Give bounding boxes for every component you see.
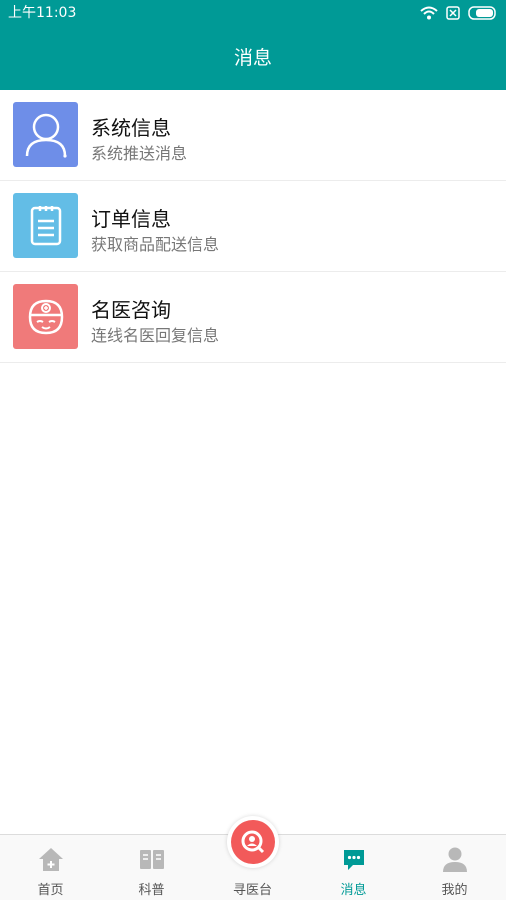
message-subtitle: 获取商品配送信息 — [91, 235, 220, 254]
message-title: 名医咨询 — [91, 298, 171, 322]
tab-label: 科普 — [138, 883, 165, 898]
wifi-icon — [420, 6, 438, 20]
book-icon — [139, 850, 164, 869]
tab-bar: 首页 科普 寻医台 消息 我的 — [0, 816, 506, 900]
message-item-consult[interactable]: 名医咨询 连线名医回复信息 — [0, 272, 506, 363]
page-title: 消息 — [233, 47, 272, 69]
status-bar: 上午11:03 — [0, 0, 506, 26]
search-doctor-icon — [230, 820, 275, 864]
message-title: 系统信息 — [91, 116, 171, 140]
message-title: 订单信息 — [91, 207, 171, 231]
tab-label: 寻医台 — [232, 883, 272, 898]
profile-icon — [442, 847, 467, 872]
home-icon — [38, 848, 63, 871]
header: 消息 — [0, 26, 506, 90]
tab-science[interactable]: 科普 — [101, 835, 202, 900]
find-doctor-button[interactable] — [226, 816, 279, 868]
sim-error-icon — [446, 6, 460, 20]
tab-label: 我的 — [441, 883, 468, 898]
tab-label: 首页 — [37, 883, 64, 898]
tab-messages[interactable]: 消息 — [303, 835, 404, 900]
clipboard-icon — [13, 193, 78, 258]
status-icons — [420, 5, 498, 21]
tab-find-doctor[interactable]: 寻医台 — [202, 816, 303, 900]
user-icon — [13, 102, 78, 167]
tab-label: 消息 — [340, 883, 367, 898]
status-time: 上午11:03 — [8, 5, 77, 21]
message-list: 系统信息 系统推送消息 订单信息 获取商品配送信息 名医咨询 连线名医回复信息 — [0, 90, 506, 363]
message-subtitle: 连线名医回复信息 — [91, 326, 220, 345]
nurse-icon — [13, 284, 78, 349]
tab-home[interactable]: 首页 — [0, 835, 101, 900]
message-item-system[interactable]: 系统信息 系统推送消息 — [0, 90, 506, 181]
tab-mine[interactable]: 我的 — [404, 835, 505, 900]
battery-icon — [468, 6, 496, 20]
message-item-order[interactable]: 订单信息 获取商品配送信息 — [0, 181, 506, 272]
message-subtitle: 系统推送消息 — [91, 144, 188, 163]
chat-icon — [343, 850, 364, 870]
